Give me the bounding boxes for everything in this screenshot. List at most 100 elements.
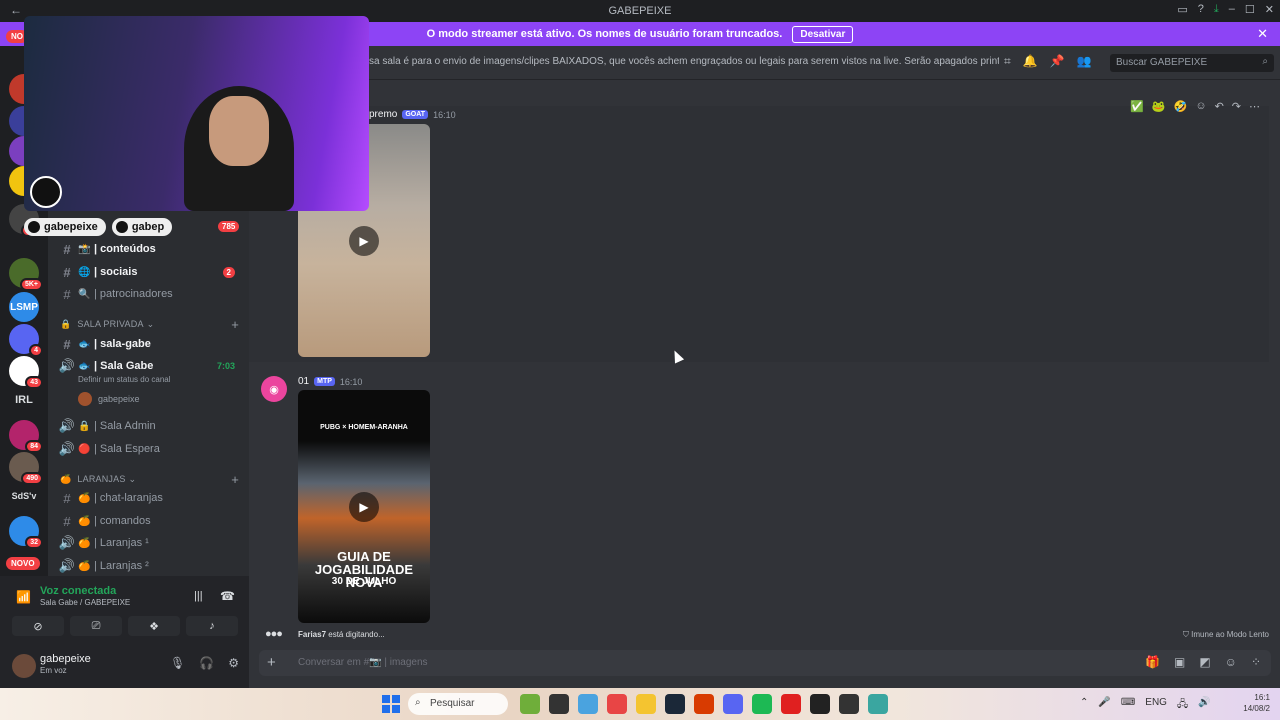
server-icon-10[interactable]: 84: [9, 420, 43, 453]
emoji-icon[interactable]: ☺: [1225, 655, 1237, 669]
voice-status-subtitle[interactable]: Sala Gabe / GABEPEIXE: [40, 598, 130, 607]
signal-icon[interactable]: 📶: [16, 590, 31, 604]
gif-icon[interactable]: ▣: [1174, 655, 1185, 669]
language-indicator[interactable]: ENG: [1145, 697, 1167, 714]
video-attachment-2[interactable]: PUBG × HOMEM-ARANHA GUIA DE JOGABILIDADE…: [298, 390, 430, 623]
add-channel-icon[interactable]: +: [231, 472, 239, 487]
noise-suppression-icon[interactable]: |||: [194, 590, 203, 602]
minimize-button[interactable]: –: [1229, 3, 1235, 16]
disconnect-icon[interactable]: ☎: [220, 589, 235, 603]
chevron-up-icon[interactable]: ⌃: [1080, 697, 1088, 714]
voice-channel-sala-admin[interactable]: 🔊 🔒 | Sala Admin: [56, 416, 241, 436]
taskbar-search[interactable]: ⌕ Pesquisar: [408, 693, 508, 715]
voice-user-gabepeixe[interactable]: gabepeixe: [78, 389, 241, 409]
volume-icon[interactable]: 🔊: [1198, 697, 1210, 714]
chevron-down-icon: ⌄: [146, 318, 155, 329]
server-icon-12[interactable]: 32: [9, 516, 43, 549]
maximize-button[interactable]: ☐: [1245, 3, 1255, 16]
server-icon-7[interactable]: LSMP: [9, 292, 39, 322]
frog-reaction-icon[interactable]: 🐸: [1152, 100, 1166, 113]
taskbar-app-1[interactable]: [520, 694, 540, 714]
category-laranjas[interactable]: 🍊 LARANJAS ⌄ +: [60, 471, 239, 487]
opera-icon[interactable]: [607, 694, 627, 714]
message-composer[interactable]: + Conversar em #📷 | imagens 🎁 ▣ ◩ ☺ ⁘: [259, 650, 1271, 676]
channel-conteudos[interactable]: # 📸 | conteúdos: [56, 239, 241, 259]
taskbar-app-3[interactable]: [578, 694, 598, 714]
category-sala-privada[interactable]: 🔒 SALA PRIVADA ⌄ +: [60, 316, 239, 332]
gear-icon[interactable]: ⚙: [228, 656, 239, 670]
laugh-reaction-icon[interactable]: 🤣: [1174, 100, 1188, 113]
bell-icon[interactable]: 🔔: [1023, 54, 1038, 69]
more-icon[interactable]: ⋯: [1249, 100, 1260, 113]
close-button[interactable]: ✕: [1265, 3, 1274, 16]
pin-icon[interactable]: 📌: [1050, 54, 1065, 69]
network-icon[interactable]: 🖧: [1177, 697, 1188, 714]
download-icon[interactable]: ⤓: [1214, 3, 1219, 16]
channel-patrocinadores[interactable]: # 🔍 | patrocinadores: [56, 284, 241, 304]
help-icon[interactable]: ?: [1198, 3, 1204, 16]
channel-chat-laranjas[interactable]: # 🍊 | chat-laranjas: [56, 488, 241, 508]
spotify-icon[interactable]: [752, 694, 772, 714]
server-icon-8[interactable]: 4: [9, 324, 43, 357]
taskbar-app-11[interactable]: [810, 694, 830, 714]
members-icon[interactable]: 👥: [1077, 54, 1092, 69]
add-reaction-icon[interactable]: ☺: [1195, 100, 1206, 113]
channel-label: | Sala Gabe: [94, 360, 154, 372]
server-irl[interactable]: IRL: [0, 394, 48, 406]
taskbar-app-10[interactable]: [781, 694, 801, 714]
server-icon-6[interactable]: 5K+: [9, 258, 43, 291]
discord-icon[interactable]: [723, 694, 743, 714]
apps-icon[interactable]: ⁘: [1251, 655, 1261, 669]
author-name[interactable]: 01: [298, 376, 309, 387]
voice-channel-laranjas-1[interactable]: 🔊 🍊 | Laranjas ¹: [56, 533, 241, 553]
search-input[interactable]: Buscar GABEPEIXE ⌕: [1110, 54, 1274, 72]
soundboard-button[interactable]: ♪: [186, 616, 238, 636]
obs-icon[interactable]: [839, 694, 859, 714]
channel-topic[interactable]: sa sala é para o envio de imagens/clipes…: [369, 56, 999, 67]
voice-channel-sala-espera[interactable]: 🔊 🔴 | Sala Espera: [56, 439, 241, 459]
novo-badge[interactable]: NOVO: [6, 557, 40, 570]
channel-emoji: 🍊: [78, 492, 91, 504]
add-attachment-icon[interactable]: +: [267, 654, 276, 671]
headphones-icon[interactable]: 🎧: [199, 656, 214, 670]
forward-icon[interactable]: ↷: [1232, 100, 1241, 113]
voice-channel-laranjas-2[interactable]: 🔊 🍊 | Laranjas ²: [56, 556, 241, 576]
microphone-icon[interactable]: 🎙: [170, 656, 185, 670]
mic-tray-icon[interactable]: 🎤: [1098, 697, 1110, 714]
camera-button[interactable]: ⊘: [12, 616, 64, 636]
user-name[interactable]: gabepeixe: [40, 653, 91, 665]
disable-streamer-button[interactable]: Desativar: [792, 25, 854, 43]
play-icon[interactable]: ▶: [349, 225, 379, 256]
sticker-icon[interactable]: ◩: [1199, 655, 1210, 669]
windows-start-icon[interactable]: [382, 695, 400, 713]
avatar[interactable]: ◉: [261, 376, 287, 402]
close-banner-icon[interactable]: ✕: [1257, 26, 1268, 42]
server-icon-11[interactable]: 490: [9, 452, 43, 485]
channel-comandos[interactable]: # 🍊 | comandos: [56, 511, 241, 531]
clock[interactable]: 16:1 14/08/2: [1243, 692, 1270, 714]
check-reaction-icon[interactable]: ✅: [1130, 100, 1144, 113]
channel-status[interactable]: Definir um status do canal: [78, 375, 171, 384]
activities-button[interactable]: ❖: [128, 616, 180, 636]
reply-icon[interactable]: ↶: [1215, 100, 1224, 113]
threads-icon[interactable]: ⌗: [1004, 54, 1011, 69]
add-channel-icon[interactable]: +: [231, 317, 239, 332]
server-sdsv[interactable]: SdS'v: [0, 491, 48, 501]
play-icon[interactable]: ▶: [349, 491, 379, 522]
screen-share-button[interactable]: ⎚: [70, 616, 122, 636]
taskbar-app-2[interactable]: [549, 694, 569, 714]
voice-channel-sala-gabe[interactable]: 🔊 🐟 | Sala Gabe 7:03: [56, 356, 241, 376]
channel-sociais[interactable]: # 🌐 | sociais 2: [56, 262, 241, 282]
taskbar-app-7[interactable]: [694, 694, 714, 714]
avatar[interactable]: [12, 654, 36, 678]
keyboard-icon[interactable]: ⌨: [1121, 697, 1135, 714]
taskbar-app-13[interactable]: [868, 694, 888, 714]
folder-icon[interactable]: [636, 694, 656, 714]
voice-status-title[interactable]: Voz conectada: [40, 585, 116, 597]
steam-icon[interactable]: [665, 694, 685, 714]
author-name[interactable]: premo: [369, 109, 397, 120]
inbox-icon[interactable]: ▭: [1177, 3, 1187, 16]
channel-sala-gabe[interactable]: # 🐟 | sala-gabe: [56, 334, 241, 354]
gift-icon[interactable]: 🎁: [1145, 655, 1160, 669]
server-icon-9[interactable]: 43: [9, 356, 43, 389]
